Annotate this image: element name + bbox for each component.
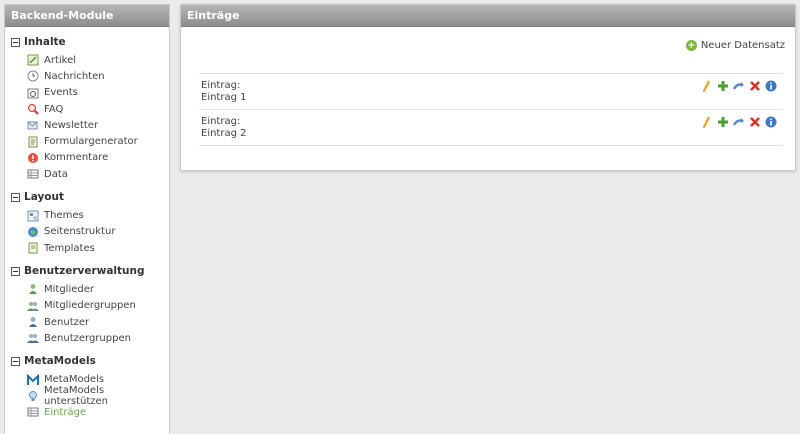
- delete-x-icon[interactable]: [749, 116, 761, 128]
- record-label: Eintrag:: [201, 116, 241, 127]
- main-panel: Einträge + Neuer Datensatz Eintrag: Eint…: [180, 4, 796, 171]
- group-inhalte: Inhalte Artikel Nachrichten Events FAQ N…: [5, 27, 169, 182]
- lightbulb-icon: [27, 390, 39, 402]
- edit-pencil-icon[interactable]: [701, 116, 713, 128]
- page-title: Einträge: [181, 5, 795, 27]
- table-icon: [27, 406, 39, 418]
- new-record-label: Neuer Datensatz: [700, 39, 785, 51]
- clock-icon: [27, 70, 39, 82]
- sidebar-item-metamodels-unterstuetzen[interactable]: MetaModels unterstützen: [27, 385, 169, 407]
- metamodels-logo-icon: [27, 373, 39, 386]
- info-icon[interactable]: [765, 80, 777, 92]
- group-metamodels: MetaModels MetaModels MetaModels unterst…: [5, 346, 169, 420]
- add-plus-icon[interactable]: [717, 80, 729, 92]
- info-icon[interactable]: [765, 116, 777, 128]
- edit-pencil-icon[interactable]: [701, 80, 713, 92]
- add-plus-icon[interactable]: [717, 116, 729, 128]
- member-group-icon: [27, 300, 39, 312]
- sidebar-item-templates[interactable]: Templates: [27, 240, 169, 256]
- sidebar-item-newsletter[interactable]: Newsletter: [27, 117, 169, 133]
- copy-arrow-icon[interactable]: [733, 80, 745, 92]
- globe-icon: [27, 226, 39, 238]
- row-actions: [701, 80, 777, 92]
- toolbar: + Neuer Datensatz: [181, 27, 795, 57]
- sidebar-item-events[interactable]: Events: [27, 85, 169, 101]
- sidebar-item-benutzergruppen[interactable]: Benutzergruppen: [27, 330, 169, 346]
- comment-alert-icon: [27, 152, 39, 164]
- sidebar-item-artikel[interactable]: Artikel: [27, 52, 169, 68]
- faq-magnifier-icon: [27, 103, 39, 115]
- form-icon: [27, 136, 39, 148]
- sidebar-title: Backend-Module: [5, 5, 169, 27]
- group-title-label: Layout: [24, 191, 65, 204]
- group-toggle-metamodels[interactable]: MetaModels: [11, 354, 169, 368]
- member-icon: [27, 283, 39, 295]
- list-item: Eintrag: Eintrag 1: [199, 74, 783, 110]
- sidebar-item-nachrichten[interactable]: Nachrichten: [27, 68, 169, 84]
- group-title-label: MetaModels: [24, 355, 96, 368]
- themes-icon: [27, 210, 39, 222]
- collapse-icon[interactable]: [11, 266, 20, 276]
- article-icon: [27, 54, 39, 66]
- user-group-icon: [27, 332, 39, 344]
- template-icon: [27, 242, 39, 254]
- sidebar-item-faq[interactable]: FAQ: [27, 101, 169, 117]
- user-icon: [27, 316, 39, 328]
- record-value: Eintrag 2: [201, 128, 247, 139]
- record-value: Eintrag 1: [201, 92, 247, 103]
- delete-x-icon[interactable]: [749, 80, 761, 92]
- group-benutzerverwaltung: Benutzerverwaltung Mitglieder Mitglieder…: [5, 256, 169, 346]
- sidebar-item-themes[interactable]: Themes: [27, 207, 169, 223]
- row-actions: [701, 116, 777, 128]
- add-circle-icon: +: [685, 39, 697, 51]
- table-icon: [27, 168, 39, 180]
- group-toggle-layout[interactable]: Layout: [11, 190, 169, 204]
- collapse-icon[interactable]: [11, 37, 20, 47]
- sidebar-item-benutzer[interactable]: Benutzer: [27, 314, 169, 330]
- newsletter-icon: [27, 119, 39, 131]
- record-label: Eintrag:: [201, 80, 241, 91]
- group-title-label: Inhalte: [24, 36, 66, 48]
- copy-arrow-icon[interactable]: [733, 116, 745, 128]
- sidebar-item-mitglieder[interactable]: Mitglieder: [27, 281, 169, 297]
- collapse-icon[interactable]: [11, 192, 20, 202]
- records-list: Eintrag: Eintrag 1 Eintrag: Eintrag 2: [199, 73, 783, 146]
- sidebar-item-formulargenerator[interactable]: Formulargenerator: [27, 133, 169, 149]
- group-title-label: Benutzerverwaltung: [24, 265, 145, 278]
- backend-modules-sidebar: Backend-Module Inhalte Artikel Nachricht…: [4, 4, 170, 434]
- group-toggle-inhalte[interactable]: Inhalte: [11, 35, 169, 49]
- sidebar-item-mitgliedergruppen[interactable]: Mitgliedergruppen: [27, 298, 169, 314]
- group-layout: Layout Themes Seitenstruktur Templates: [5, 182, 169, 256]
- sidebar-item-seitenstruktur[interactable]: Seitenstruktur: [27, 224, 169, 240]
- calendar-clock-icon: [27, 87, 39, 99]
- list-item: Eintrag: Eintrag 2: [199, 110, 783, 146]
- sidebar-item-kommentare[interactable]: Kommentare: [27, 150, 169, 166]
- sidebar-item-data[interactable]: Data: [27, 166, 169, 182]
- collapse-icon[interactable]: [11, 356, 20, 366]
- group-toggle-benutzerverwaltung[interactable]: Benutzerverwaltung: [11, 264, 169, 278]
- new-record-button[interactable]: + Neuer Datensatz: [685, 39, 785, 51]
